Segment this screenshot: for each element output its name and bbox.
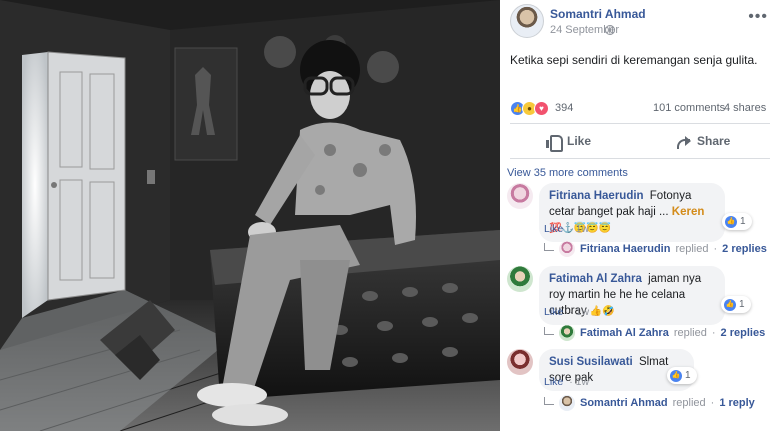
reply-verb: replied — [675, 243, 709, 255]
reply-arrow-icon — [544, 397, 554, 405]
post-side-panel: Somantri Ahmad 24 September ••• Ketika s… — [500, 0, 780, 431]
separator: · — [710, 397, 715, 409]
reply-author[interactable]: Fitriana Haerudin — [580, 243, 670, 255]
comment-like-badge[interactable]: 👍 1 — [722, 213, 752, 230]
photo-illustration — [0, 0, 500, 431]
comment: Fatimah Al Zahra jaman nya roy martin he… — [507, 266, 773, 346]
comment-like-count: 1 — [740, 216, 746, 227]
reply-author[interactable]: Somantri Ahmad — [580, 397, 668, 409]
comment-like-count: 1 — [685, 370, 691, 381]
author-avatar[interactable] — [510, 4, 544, 38]
reaction-count[interactable]: 394 — [555, 102, 573, 114]
separator: · — [713, 243, 718, 255]
post-stats: 👍 ● ♥ 394 101 comments 4 shares — [510, 100, 770, 118]
reply-avatar — [559, 395, 575, 411]
reply-avatar — [559, 241, 575, 257]
separator: · — [569, 223, 573, 235]
comment-text-cont: pak haji ... — [616, 206, 669, 218]
comment-actions: Like · 1w — [544, 223, 589, 235]
comments-count[interactable]: 101 comments — [653, 102, 725, 114]
comment-like-badge[interactable]: 👍 1 — [667, 367, 697, 384]
reply-summary[interactable]: Somantri Ahmad replied · 1 reply — [544, 395, 755, 411]
share-button[interactable]: Share — [676, 128, 730, 154]
post-action-bar: Like Share — [510, 128, 770, 154]
commenter-avatar[interactable] — [507, 349, 533, 375]
thumbs-up-icon — [546, 134, 563, 152]
comment: Susi Susilawati Slmat sore pak 👍 1 Like … — [507, 349, 773, 419]
reply-verb: replied — [673, 327, 707, 339]
reaction-icons[interactable]: 👍 ● ♥ — [510, 101, 552, 117]
post-header: Somantri Ahmad 24 September ••• — [510, 4, 772, 40]
separator: · — [569, 306, 573, 318]
post-photo[interactable] — [0, 0, 500, 431]
comment-like-badge[interactable]: 👍 1 — [721, 296, 751, 313]
reply-arrow-icon — [544, 327, 554, 335]
separator: · — [711, 327, 716, 339]
separator: · — [569, 376, 573, 388]
commenter-name[interactable]: Fatimah Al Zahra — [549, 273, 642, 285]
globe-icon — [605, 25, 615, 35]
more-options-icon[interactable]: ••• — [748, 8, 768, 26]
post-text: Ketika sepi sendiri di keremangan senja … — [510, 53, 758, 67]
divider — [510, 123, 770, 124]
comment-highlight: Keren — [671, 206, 705, 218]
share-button-label: Share — [697, 134, 731, 148]
reply-author[interactable]: Fatimah Al Zahra — [580, 327, 669, 339]
reply-arrow-icon — [544, 243, 554, 251]
comment-time[interactable]: 1w — [576, 376, 589, 388]
author-name[interactable]: Somantri Ahmad — [550, 7, 646, 21]
comment-like-link[interactable]: Like — [544, 223, 563, 235]
commenter-name[interactable]: Fitriana Haerudin — [549, 190, 644, 202]
reply-summary[interactable]: Fitriana Haerudin replied · 2 replies — [544, 241, 767, 257]
reply-count-link[interactable]: 1 reply — [719, 397, 754, 409]
love-reaction-icon: ♥ — [534, 101, 549, 116]
like-button[interactable]: Like — [546, 128, 591, 154]
like-reaction-icon: 👍 — [725, 215, 737, 228]
commenter-name[interactable]: Susi Susilawati — [549, 356, 633, 368]
like-button-label: Like — [567, 134, 592, 148]
comment-emoji: 👍🤣 — [589, 306, 615, 317]
view-more-comments-link[interactable]: View 35 more comments — [507, 167, 628, 179]
comment-actions: Like · 1w — [544, 376, 589, 388]
comment-actions: Like · 1w — [544, 306, 589, 318]
commenter-avatar[interactable] — [507, 183, 533, 209]
reply-count-link[interactable]: 2 replies — [722, 243, 767, 255]
reply-verb: replied — [672, 397, 706, 409]
comment-time[interactable]: 1w — [576, 223, 589, 235]
commenter-avatar[interactable] — [507, 266, 533, 292]
reply-count-link[interactable]: 2 replies — [721, 327, 766, 339]
like-reaction-icon: 👍 — [670, 369, 682, 382]
like-reaction-icon: 👍 — [724, 298, 736, 311]
comment-like-count: 1 — [739, 299, 745, 310]
comment-like-link[interactable]: Like — [544, 376, 563, 388]
share-arrow-icon — [676, 135, 691, 149]
reply-summary[interactable]: Fatimah Al Zahra replied · 2 replies — [544, 325, 765, 341]
comment-time[interactable]: 1w — [576, 306, 589, 318]
reply-avatar — [559, 325, 575, 341]
comment-like-link[interactable]: Like — [544, 306, 563, 318]
comment: Fitriana Haerudin Fotonya cetar banget p… — [507, 183, 773, 265]
divider — [510, 158, 770, 159]
shares-count[interactable]: 4 shares — [724, 102, 766, 114]
